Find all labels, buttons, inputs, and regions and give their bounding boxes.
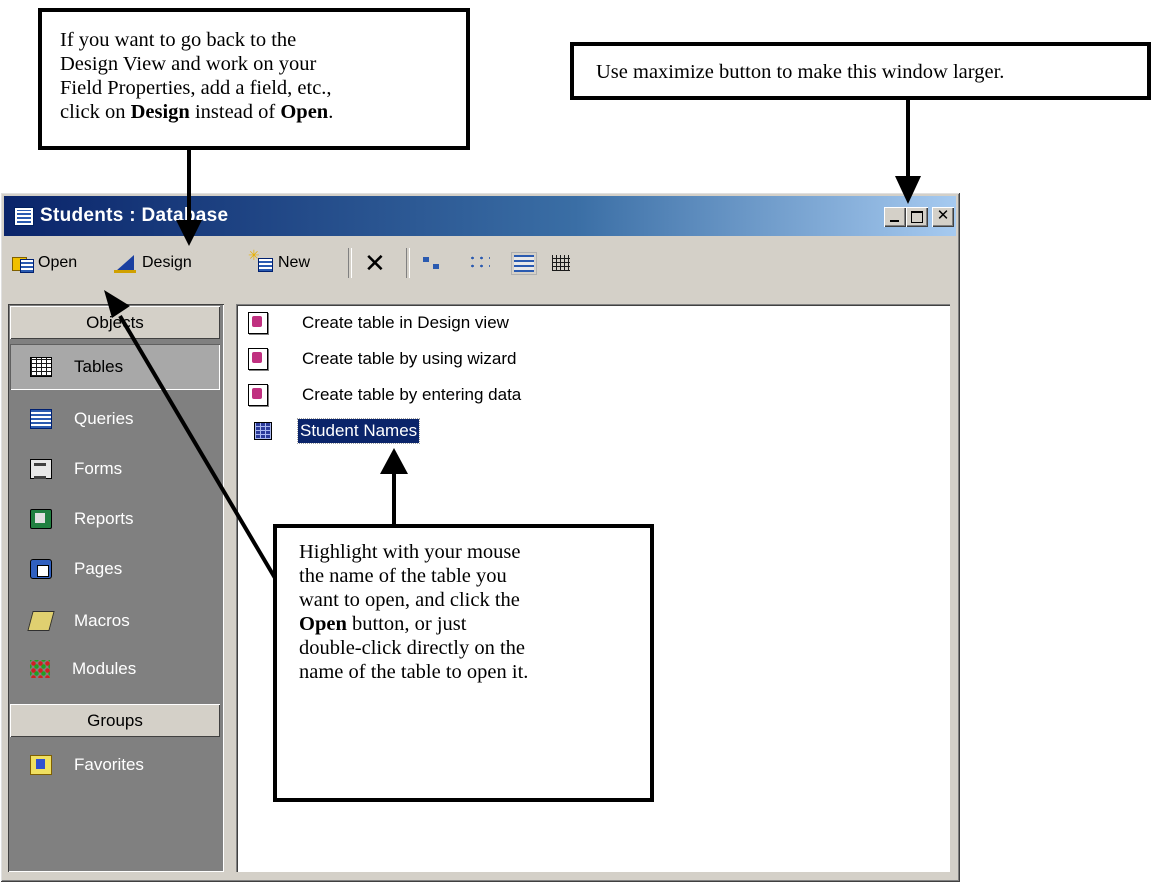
sidebar-item-label: Reports xyxy=(74,509,134,528)
large-icons-button[interactable] xyxy=(420,248,442,278)
list-item-label: Create table in Design view xyxy=(302,313,509,332)
list-item-label: Create table by using wizard xyxy=(302,349,517,368)
list-item[interactable]: Create table by using wizard xyxy=(248,344,517,374)
new-button[interactable]: New xyxy=(248,247,311,278)
reports-icon xyxy=(30,509,52,529)
close-button[interactable]: ✕ xyxy=(932,207,954,227)
groups-header-button[interactable]: Groups xyxy=(10,704,220,737)
callout-line: Use maximize button to make this window … xyxy=(596,61,1005,83)
title-bar[interactable]: Students : Database ✕ xyxy=(4,196,956,236)
callout-bold-text: Design xyxy=(130,101,190,123)
small-icons-button[interactable] xyxy=(468,248,490,278)
toolbar-separator xyxy=(406,248,410,278)
list-item-label: Student Names xyxy=(296,418,421,444)
design-icon xyxy=(114,253,138,273)
sidebar-item-label: Pages xyxy=(74,559,123,578)
forms-icon xyxy=(30,459,52,479)
callout-bold-text: Open xyxy=(299,613,347,635)
small-icons-icon xyxy=(468,254,490,272)
callout-line: name of the table to open it. xyxy=(299,661,529,683)
details-view-icon xyxy=(552,255,570,271)
list-view-button[interactable] xyxy=(511,248,537,278)
open-button[interactable]: Open xyxy=(12,248,77,278)
callout-line: If you want to go back to the xyxy=(60,29,297,51)
wizard-icon xyxy=(248,348,268,370)
callout-line: the name of the table you xyxy=(299,565,507,587)
callout-line: want to open, and click the xyxy=(299,589,520,611)
sidebar-item-label: Macros xyxy=(74,611,130,630)
sidebar-item-forms[interactable]: Forms xyxy=(10,446,220,492)
wizard-icon xyxy=(248,312,268,334)
pages-icon xyxy=(30,559,52,579)
highlight-callout: Highlight with your mouse the name of th… xyxy=(273,524,654,802)
callout-line: Field Properties, add a field, etc., xyxy=(60,77,332,99)
table-icon xyxy=(254,422,272,440)
sidebar-item-label: Forms xyxy=(74,459,123,478)
sidebar-item-reports[interactable]: Reports xyxy=(10,496,220,542)
window-title: Students : Database xyxy=(40,205,229,226)
design-callout: If you want to go back to the Design Vie… xyxy=(38,8,470,150)
delete-icon: ✕ xyxy=(364,248,386,278)
list-item-label: Create table by entering data xyxy=(302,385,522,404)
new-icon xyxy=(248,247,274,273)
callout-text: click on xyxy=(60,101,131,123)
sidebar-item-tables[interactable]: Tables xyxy=(10,344,220,390)
new-label: New xyxy=(278,254,311,271)
design-button[interactable]: Design xyxy=(114,248,192,278)
objects-header-button[interactable]: Objects xyxy=(10,306,220,339)
delete-button[interactable]: ✕ xyxy=(364,248,386,278)
open-label: Open xyxy=(38,254,78,271)
list-item[interactable]: Create table in Design view xyxy=(248,308,509,338)
callout-line: Highlight with your mouse xyxy=(299,541,521,563)
sidebar-item-label: Modules xyxy=(72,659,137,678)
toolbar-separator xyxy=(348,248,352,278)
objects-bar: Objects Tables Queries Forms Reports Pag… xyxy=(8,304,224,872)
toolbar: Open Design New ✕ xyxy=(8,244,952,282)
callout-line: Open button, or just xyxy=(299,612,650,636)
sidebar-item-modules[interactable]: Modules xyxy=(10,646,220,692)
callout-line: Design View and work on your xyxy=(60,53,317,75)
list-item-student-names[interactable]: Student Names xyxy=(248,416,421,446)
details-view-button[interactable] xyxy=(552,248,570,278)
callout-bold-text: Open xyxy=(280,101,329,123)
tables-icon xyxy=(30,357,52,377)
maximize-callout: Use maximize button to make this window … xyxy=(570,42,1151,100)
modules-icon xyxy=(30,660,50,678)
design-label: Design xyxy=(142,254,192,271)
callout-line: click on Design instead of Open. xyxy=(60,100,466,124)
list-view-icon xyxy=(511,251,537,275)
database-icon xyxy=(14,207,34,226)
callout-text: instead of xyxy=(189,101,281,123)
favorites-icon xyxy=(30,755,52,775)
sidebar-item-label: Queries xyxy=(74,409,134,428)
maximize-button[interactable] xyxy=(906,207,928,227)
sidebar-item-label: Tables xyxy=(74,357,124,376)
sidebar-item-label: Favorites xyxy=(74,755,144,774)
sidebar-item-queries[interactable]: Queries xyxy=(10,396,220,442)
sidebar-item-favorites[interactable]: Favorites xyxy=(10,742,220,788)
minimize-button[interactable] xyxy=(884,207,906,227)
macros-icon xyxy=(27,611,55,631)
callout-text: button, or just xyxy=(346,613,467,635)
list-item[interactable]: Create table by entering data xyxy=(248,380,521,410)
wizard-icon xyxy=(248,384,268,406)
sidebar-item-macros[interactable]: Macros xyxy=(10,598,220,644)
callout-line: double-click directly on the xyxy=(299,637,525,659)
large-icons-icon xyxy=(420,254,442,272)
queries-icon xyxy=(30,409,52,429)
callout-text: . xyxy=(328,101,334,123)
open-icon xyxy=(12,253,34,273)
sidebar-item-pages[interactable]: Pages xyxy=(10,546,220,592)
